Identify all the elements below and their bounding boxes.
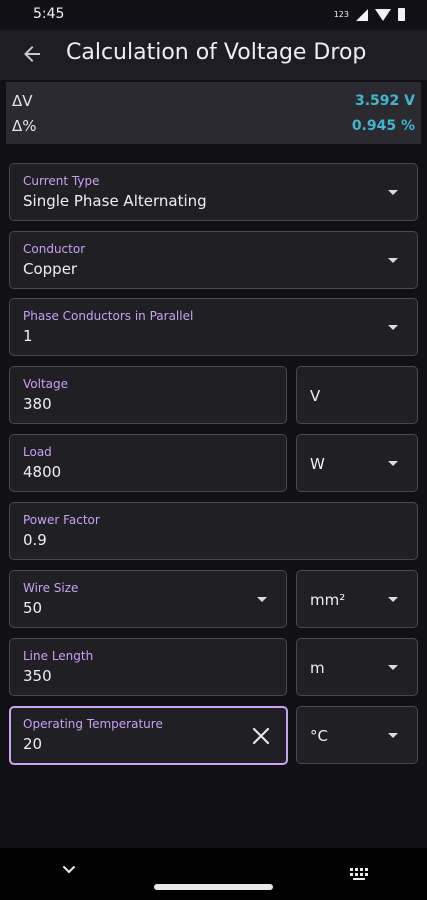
network-type-label: 123 — [333, 10, 349, 19]
results-panel: ΔV 3.592 V Δ% 0.945 % — [6, 82, 421, 144]
line-length-input[interactable]: Line Length 350 — [9, 638, 287, 696]
line-length-unit-value: m — [310, 659, 325, 677]
battery-icon — [398, 8, 405, 21]
dropdown-arrow-icon — [257, 597, 267, 602]
current-type-select[interactable]: Current Type Single Phase Alternating — [9, 163, 418, 221]
status-icons: 123 — [334, 8, 405, 21]
system-nav-bar — [0, 848, 427, 900]
close-icon[interactable] — [250, 725, 272, 747]
wire-size-select[interactable]: Wire Size 50 — [9, 570, 287, 628]
power-factor-input[interactable]: Power Factor 0.9 — [9, 502, 418, 560]
signal-icon — [356, 8, 368, 21]
load-label: Load — [23, 445, 52, 459]
current-type-label: Current Type — [23, 174, 100, 188]
app-bar: Calculation of Voltage Drop — [0, 30, 427, 80]
operating-temperature-label: Operating Temperature — [23, 717, 163, 731]
temperature-unit-value: °C — [310, 727, 328, 745]
wire-size-unit-value: mm² — [310, 591, 346, 609]
voltage-unit-field: V — [296, 366, 418, 424]
chevron-down-icon[interactable] — [62, 862, 76, 876]
status-bar: 5:45 123 — [0, 0, 427, 30]
load-unit-select[interactable]: W — [296, 434, 418, 492]
current-type-value: Single Phase Alternating — [23, 192, 207, 210]
home-pill[interactable] — [154, 884, 273, 890]
arrow-back-icon[interactable] — [20, 42, 44, 66]
page-title: Calculation of Voltage Drop — [66, 40, 367, 65]
operating-temperature-input[interactable]: Operating Temperature 20 — [9, 706, 288, 765]
voltage-label: Voltage — [23, 377, 69, 391]
delta-v-label: ΔV — [12, 92, 33, 110]
dropdown-arrow-icon — [388, 190, 398, 195]
phase-conductors-label: Phase Conductors in Parallel — [23, 309, 194, 323]
power-factor-label: Power Factor — [23, 513, 100, 527]
voltage-input[interactable]: Voltage 380 — [9, 366, 287, 424]
line-length-unit-select[interactable]: m — [296, 638, 418, 696]
delta-percent-label: Δ% — [12, 117, 37, 135]
dropdown-arrow-icon — [388, 665, 398, 670]
wire-size-label: Wire Size — [23, 581, 79, 595]
keyboard-icon[interactable] — [349, 866, 369, 880]
power-factor-value: 0.9 — [23, 531, 47, 549]
wifi-icon — [375, 8, 391, 21]
conductor-value: Copper — [23, 260, 78, 278]
wire-size-unit-select[interactable]: mm² — [296, 570, 418, 628]
delta-percent-value: 0.945 % — [351, 118, 415, 134]
status-time: 5:45 — [33, 6, 65, 22]
dropdown-arrow-icon — [388, 733, 398, 738]
dropdown-arrow-icon — [388, 258, 398, 263]
load-input[interactable]: Load 4800 — [9, 434, 287, 492]
temperature-unit-select[interactable]: °C — [296, 706, 418, 764]
dropdown-arrow-icon — [388, 597, 398, 602]
voltage-value: 380 — [23, 395, 52, 413]
dropdown-arrow-icon — [388, 325, 398, 330]
line-length-value: 350 — [23, 667, 52, 685]
delta-v-value: 3.592 V — [355, 93, 415, 109]
load-unit-value: W — [310, 455, 325, 473]
load-value: 4800 — [23, 463, 62, 481]
phase-conductors-select[interactable]: Phase Conductors in Parallel 1 — [9, 298, 418, 356]
conductor-label: Conductor — [23, 242, 86, 256]
phase-conductors-value: 1 — [23, 327, 33, 345]
wire-size-value: 50 — [23, 599, 43, 617]
voltage-unit-value: V — [310, 387, 321, 405]
line-length-label: Line Length — [23, 649, 94, 663]
operating-temperature-value: 20 — [23, 735, 43, 753]
dropdown-arrow-icon — [388, 461, 398, 466]
conductor-select[interactable]: Conductor Copper — [9, 231, 418, 289]
